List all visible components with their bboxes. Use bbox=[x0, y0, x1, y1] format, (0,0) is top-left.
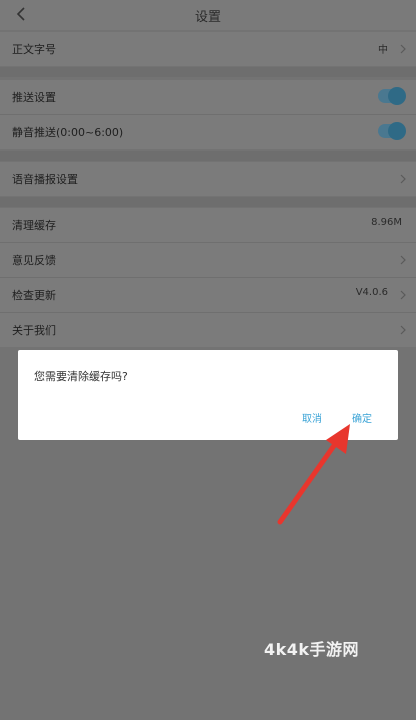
font-size-value: 中 bbox=[378, 45, 388, 56]
settings-group-misc: 清理缓存 8.96M 意见反馈 检查更新 V4.0.6 关于我们 bbox=[0, 208, 416, 347]
chevron-right-icon bbox=[400, 290, 406, 300]
setting-row-update[interactable]: 检查更新 V4.0.6 bbox=[0, 278, 416, 313]
page-title: 设置 bbox=[194, 10, 221, 25]
chevron-right-icon bbox=[400, 44, 406, 54]
settings-group-voice: 语音播报设置 bbox=[0, 162, 416, 196]
font-size-label: 正文字号 bbox=[12, 43, 56, 56]
about-label: 关于我们 bbox=[12, 324, 56, 337]
chevron-right-icon bbox=[400, 174, 406, 184]
version-value: V4.0.6 bbox=[355, 287, 388, 298]
chevron-right-icon bbox=[400, 255, 406, 265]
voice-label: 语音播报设置 bbox=[12, 173, 78, 186]
section-gap bbox=[0, 197, 416, 207]
cache-label: 清理缓存 bbox=[12, 219, 56, 232]
red-arrow-icon bbox=[277, 424, 350, 525]
feedback-label: 意见反馈 bbox=[12, 254, 56, 267]
toggle-knob bbox=[388, 122, 406, 140]
setting-row-about[interactable]: 关于我们 bbox=[0, 313, 416, 347]
quiet-push-toggle[interactable] bbox=[378, 122, 406, 140]
push-toggle[interactable] bbox=[378, 87, 406, 105]
cache-size-value: 8.96M bbox=[371, 217, 402, 228]
top-bar: 设置 bbox=[0, 0, 416, 30]
chevron-right-icon bbox=[400, 325, 406, 335]
setting-row-cache[interactable]: 清理缓存 8.96M bbox=[0, 208, 416, 243]
section-gap bbox=[0, 151, 416, 161]
settings-group-push: 推送设置 静音推送(0:00~6:00) bbox=[0, 80, 416, 149]
section-gap bbox=[0, 67, 416, 77]
setting-row-push: 推送设置 bbox=[0, 80, 416, 115]
toggle-knob bbox=[388, 87, 406, 105]
dialog-message: 您需要清除缓存吗? bbox=[34, 370, 128, 383]
setting-row-quiet-push: 静音推送(0:00~6:00) bbox=[0, 115, 416, 149]
watermark-text: 4k4k手游网 bbox=[264, 640, 360, 659]
quiet-push-label: 静音推送(0:00~6:00) bbox=[12, 126, 124, 139]
setting-row-voice[interactable]: 语音播报设置 bbox=[0, 162, 416, 196]
update-label: 检查更新 bbox=[12, 289, 56, 302]
setting-row-font-size[interactable]: 正文字号 中 bbox=[0, 32, 416, 66]
settings-group-font: 正文字号 中 bbox=[0, 32, 416, 66]
push-label: 推送设置 bbox=[12, 91, 56, 104]
setting-row-feedback[interactable]: 意见反馈 bbox=[0, 243, 416, 278]
